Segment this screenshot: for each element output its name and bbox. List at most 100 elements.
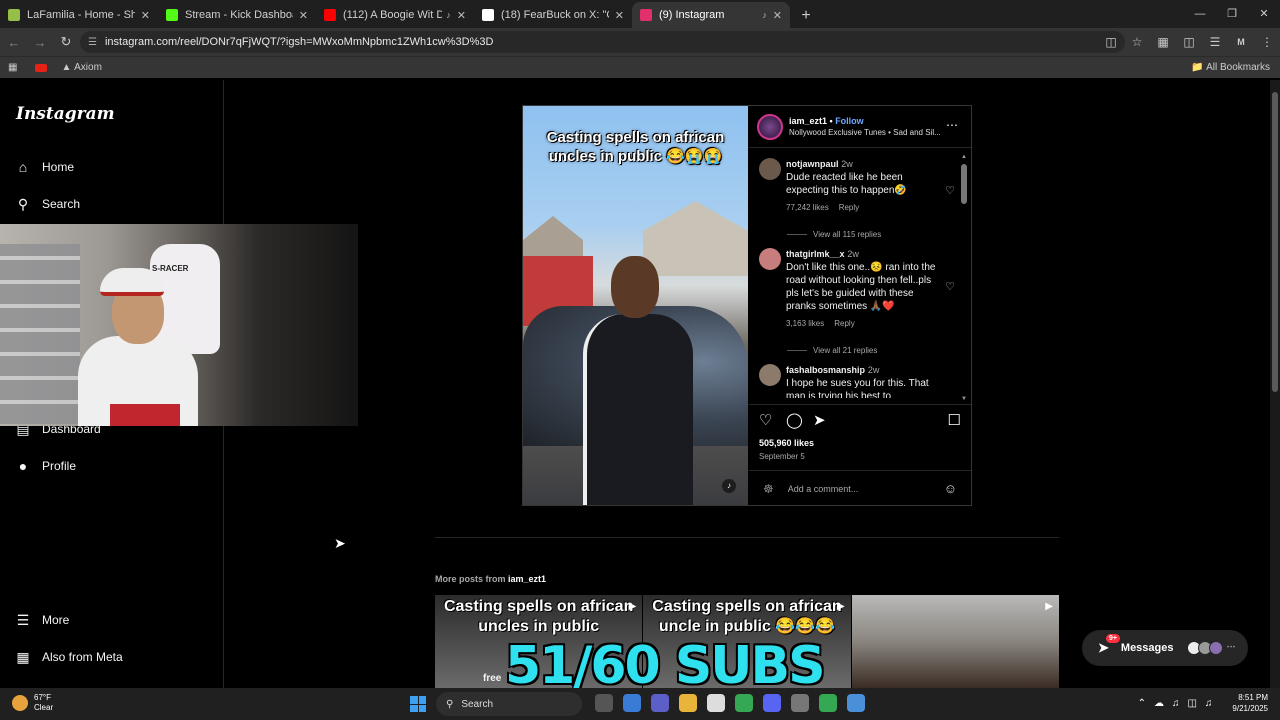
thumbnail-caption: Casting spells on african uncles in publ… — [443, 598, 634, 635]
view-replies-link[interactable]: View all 21 replies — [787, 346, 877, 355]
reply-button[interactable]: Reply — [839, 203, 859, 212]
scroll-up-icon[interactable]: ▲ — [961, 154, 967, 160]
share-icon[interactable]: ➤ — [813, 411, 826, 429]
copilot-icon[interactable] — [623, 694, 641, 712]
teams-icon[interactable] — [651, 694, 669, 712]
meta-icon: ▦ — [16, 648, 30, 665]
browser-tab[interactable]: (9) Instagram ♪ ✕ — [632, 2, 790, 28]
messages-button[interactable]: ➤ 9+ Messages ⋯ — [1082, 630, 1248, 666]
more-options-icon[interactable]: ⋯ — [946, 118, 959, 132]
obs-icon[interactable] — [791, 694, 809, 712]
comment-avatar[interactable] — [759, 364, 781, 386]
chrome-profile-icon[interactable] — [819, 694, 837, 712]
sidebar-item-also-from-meta[interactable]: ▦ Also from Meta — [14, 648, 122, 666]
start-icon[interactable] — [410, 696, 426, 712]
tab-audio-icon[interactable]: ♪ — [446, 10, 451, 20]
calculator-icon[interactable] — [847, 694, 865, 712]
page-scrollbar[interactable] — [1270, 80, 1280, 688]
install-icon[interactable]: ◫ — [1098, 35, 1124, 49]
apps-icon[interactable]: ▦ — [8, 62, 17, 73]
clock[interactable]: 8:51 PM 9/21/2025 — [1232, 692, 1268, 714]
close-tab-icon[interactable]: ✕ — [457, 9, 466, 22]
reload-icon[interactable]: ↻ — [54, 34, 78, 50]
back-icon[interactable]: ← — [2, 35, 26, 50]
profile-icon: ● — [18, 458, 28, 474]
add-comment-input[interactable] — [787, 483, 928, 494]
file-explorer-icon[interactable] — [679, 694, 697, 712]
task-view-icon[interactable] — [595, 694, 613, 712]
emoji-icon[interactable]: ☺ — [944, 481, 957, 496]
tab-audio-icon[interactable]: ♪ — [762, 10, 767, 20]
forward-icon[interactable]: → — [28, 35, 52, 50]
weather-widget[interactable]: 67°F Clear — [12, 693, 53, 713]
post-likes[interactable]: 505,960 likes — [759, 438, 814, 448]
discord-icon[interactable] — [763, 694, 781, 712]
view-replies-link[interactable]: View all 115 replies — [787, 230, 881, 239]
sidebar-item-profile[interactable]: ● Profile — [14, 457, 76, 475]
close-tab-icon[interactable]: ✕ — [615, 9, 624, 22]
post-thumbnail[interactable]: ▶ — [851, 595, 1059, 688]
save-icon[interactable]: ☐ — [948, 411, 961, 429]
media-icon[interactable]: ☰ — [1202, 35, 1228, 49]
close-tab-icon[interactable]: ✕ — [773, 9, 782, 22]
browser-tab[interactable]: Stream - Kick Dashboard ✕ — [158, 2, 316, 28]
system-tray: ⌃☁♫◫♫ 8:51 PM 9/21/2025 — [1138, 692, 1268, 714]
scroll-down-icon[interactable]: ▼ — [961, 396, 967, 402]
follow-button[interactable]: Follow — [835, 116, 864, 126]
comment-like-icon[interactable]: ♡ — [945, 280, 955, 293]
audio-track[interactable]: Nollywood Exclusive Tunes • Sad and Sil.… — [789, 128, 941, 137]
all-bookmarks[interactable]: 📁 All Bookmarks — [1191, 62, 1270, 73]
comment-likes[interactable]: 77,242 likes — [786, 203, 829, 212]
comment-like-icon[interactable]: ♡ — [945, 184, 955, 197]
store-icon[interactable] — [707, 694, 725, 712]
comment-avatar[interactable] — [759, 248, 781, 270]
sidebar-item-search[interactable]: ⚲ Search — [14, 195, 80, 213]
profile-avatar[interactable]: M — [1228, 37, 1254, 47]
site-info-icon[interactable]: ☰ — [88, 37, 97, 48]
webcam-person-cap — [100, 268, 164, 296]
close-window-icon[interactable]: ✕ — [1248, 0, 1280, 28]
sidebar-item-home[interactable]: ⌂ Home — [14, 158, 74, 176]
chrome-icon[interactable] — [735, 694, 753, 712]
comment-likes[interactable]: 3,163 likes — [786, 319, 824, 328]
close-tab-icon[interactable]: ✕ — [141, 9, 150, 22]
menu-dots-icon[interactable]: ⋮ — [1254, 35, 1280, 49]
comment-avatar[interactable] — [759, 158, 781, 180]
mute-icon[interactable]: ♪ — [722, 479, 736, 493]
instagram-logo[interactable]: Instagram — [16, 104, 115, 124]
bookmark-star-icon[interactable]: ☆ — [1124, 35, 1150, 49]
comment-username[interactable]: fashalbosmanship — [786, 365, 865, 375]
reply-button[interactable]: Reply — [834, 319, 854, 328]
sidebar-item-more[interactable]: ☰ More — [14, 611, 70, 629]
post-username[interactable]: iam_ezt1 — [789, 116, 827, 126]
comment-text: I hope he sues you for this. That man is… — [786, 378, 929, 398]
youtube-bookmark[interactable] — [35, 63, 57, 72]
restore-icon[interactable]: ❐ — [1216, 0, 1248, 28]
avatar[interactable] — [757, 113, 783, 140]
like-icon[interactable]: ♡ — [759, 411, 772, 429]
webcam-person-shorts — [110, 404, 180, 426]
tray-icons[interactable]: ⌃☁♫◫♫ — [1138, 698, 1221, 709]
sidebar-item-label: Home — [42, 160, 75, 174]
comments-scrollbar[interactable]: ▲ ▼ — [961, 154, 967, 402]
close-tab-icon[interactable]: ✕ — [299, 9, 308, 22]
browser-tab[interactable]: (18) FearBuck on X: "Only clow ✕ — [474, 2, 632, 28]
windows-taskbar: 67°F Clear ⚲ Search ⌃☁♫◫♫ 8:51 PM 9/21/202… — [0, 688, 1280, 720]
reel-video[interactable]: Casting spells on african uncles in publ… — [523, 106, 748, 505]
taskbar-search[interactable]: ⚲ Search — [436, 692, 582, 716]
comment-username[interactable]: notjawnpaul — [786, 159, 839, 169]
address-bar[interactable]: ☰ instagram.com/reel/DONr7qFjWQT/?igsh=M… — [80, 31, 1125, 53]
extensions-icon[interactable]: ▦ — [1150, 35, 1176, 49]
more-posts-user[interactable]: iam_ezt1 — [508, 574, 546, 584]
new-tab-button[interactable]: + — [794, 4, 818, 28]
tab-title: LaFamilia - Home - Shopify — [27, 9, 135, 21]
browser-tab[interactable]: LaFamilia - Home - Shopify ✕ — [0, 2, 158, 28]
bookmark-axiom[interactable]: ▲ Axiom — [61, 62, 101, 73]
minimize-icon[interactable]: — — [1184, 0, 1216, 28]
scrollbar-thumb[interactable] — [961, 164, 967, 204]
comment-icon[interactable]: ◯ — [786, 411, 803, 429]
page-scrollbar-thumb[interactable] — [1272, 92, 1278, 392]
browser-tab[interactable]: (112) A Boogie Wit Da Hood♪ ✕ — [316, 2, 474, 28]
comment-username[interactable]: thatgirlmk__x — [786, 249, 845, 259]
sidepanel-icon[interactable]: ◫ — [1176, 35, 1202, 49]
